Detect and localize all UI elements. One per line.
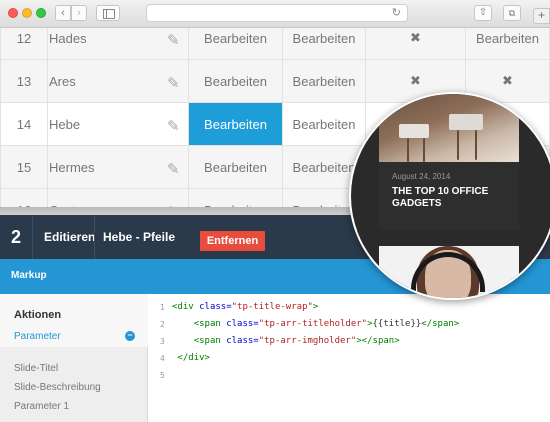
remove-button[interactable]: Entfernen (200, 231, 265, 251)
pencil-icon[interactable]: ✎ (167, 160, 180, 178)
preview-magnifier: August 24, 2014 THE TOP 10 OFFICE GADGET… (349, 92, 550, 300)
edit-button[interactable]: Bearbeiten (188, 59, 283, 103)
pencil-icon[interactable]: ✎ (167, 74, 180, 92)
line-number: 5 (160, 371, 165, 380)
row-name: Ares (49, 73, 76, 89)
preview-gap (351, 230, 550, 246)
edit-button[interactable]: Bearbeiten (282, 102, 366, 146)
edit-button[interactable]: Bearbeiten (188, 145, 283, 189)
tabs-overview-icon[interactable]: ⧉ (503, 5, 521, 21)
pencil-icon[interactable]: ✎ (167, 31, 180, 49)
close-window-button[interactable] (8, 8, 18, 18)
row-name-cell: Ares ✎ (47, 59, 189, 103)
address-bar[interactable]: ↻ (146, 4, 408, 22)
post-date: August 24, 2014 (392, 172, 451, 181)
pencil-icon[interactable]: ✎ (167, 117, 180, 135)
zoom-window-button[interactable] (36, 8, 46, 18)
reload-icon[interactable]: ↻ (392, 6, 401, 19)
post-title[interactable]: THE TOP 10 OFFICE GADGETS (392, 186, 512, 210)
forward-button[interactable]: › (71, 5, 87, 21)
actions-heading: Aktionen (14, 309, 62, 321)
toolbar-divider (94, 215, 95, 259)
share-icon[interactable]: ⇧ (474, 5, 492, 21)
row-name-cell: Hebe ✎ (47, 102, 189, 146)
sidebar-toggle-icon[interactable] (96, 5, 120, 21)
slide-title: Hebe - Pfeile (103, 230, 176, 244)
slide-number: 2 (0, 215, 33, 259)
row-name: Hades (49, 30, 87, 46)
collapse-minus-icon[interactable]: − (125, 331, 135, 341)
edit-button[interactable]: Bearbeiten (282, 59, 366, 103)
headphones-photo (379, 246, 519, 298)
actions-panel: Aktionen Parameter − Slide-Titel Slide-B… (0, 294, 148, 422)
row-id: 15 (0, 145, 48, 189)
row-id: 13 (0, 59, 48, 103)
menu-item-slide-title[interactable]: Slide-Titel (14, 363, 58, 374)
code-editor[interactable] (169, 294, 550, 422)
edit-tab[interactable]: Editieren (44, 230, 95, 244)
row-name: Hebe (49, 116, 81, 132)
line-number: 3 (160, 337, 165, 346)
menu-item-parameter-1[interactable]: Parameter 1 (14, 401, 69, 412)
row-name: Hermes (49, 159, 95, 175)
new-tab-icon[interactable]: + (533, 8, 550, 24)
row-name-cell: Hermes ✎ (47, 145, 189, 189)
chairs-photo (379, 94, 519, 162)
edit-button-active[interactable]: Bearbeiten (188, 102, 283, 146)
post-card[interactable]: August 24, 2014 THE TOP 10 OFFICE GADGET… (379, 162, 519, 230)
line-number: 4 (160, 354, 165, 363)
line-number: 2 (160, 320, 165, 329)
menu-item-slide-description[interactable]: Slide-Beschreibung (14, 382, 101, 393)
line-number: 1 (160, 303, 165, 312)
row-id: 14 (0, 102, 48, 146)
browser-toolbar-overlay: ‹ › ↻ ⇧ ⧉ + (0, 0, 550, 28)
back-button[interactable]: ‹ (55, 5, 71, 21)
markup-label: Markup (11, 270, 47, 281)
minimize-window-button[interactable] (22, 8, 32, 18)
actions-header: Aktionen Parameter − (0, 294, 148, 347)
parameter-link[interactable]: Parameter (14, 331, 61, 342)
